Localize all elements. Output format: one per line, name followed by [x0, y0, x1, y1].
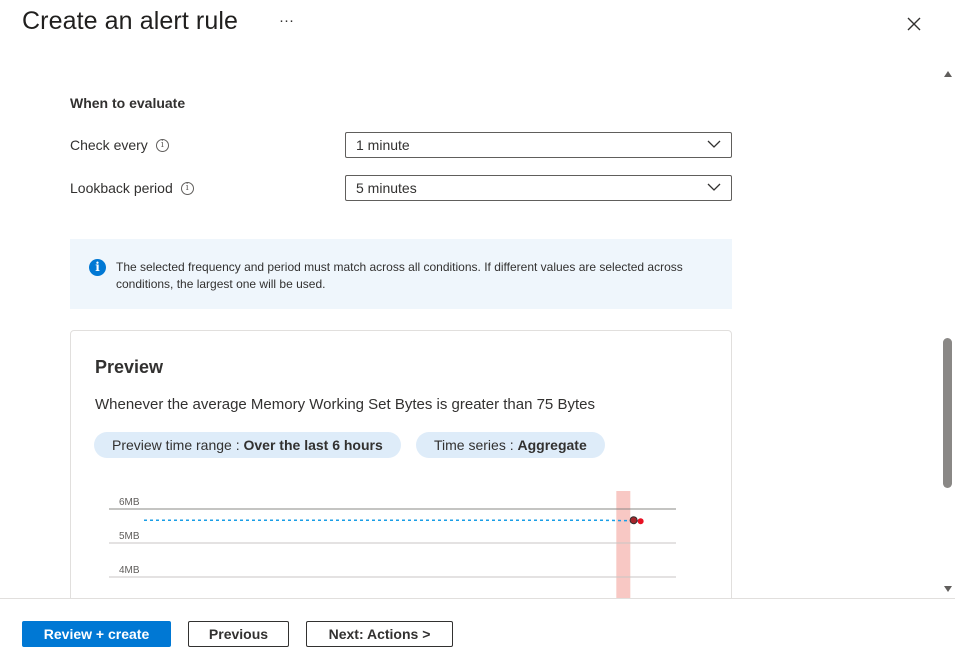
section-title-when-to-evaluate: When to evaluate — [70, 95, 186, 111]
preview-time-range-pill[interactable]: Preview time range : Over the last 6 hou… — [94, 432, 401, 458]
time-series-value: Aggregate — [517, 437, 587, 453]
highlight-band — [616, 491, 631, 598]
review-create-button[interactable]: Review + create — [22, 621, 171, 647]
preview-title: Preview — [95, 357, 164, 377]
info-icon[interactable]: i — [155, 138, 169, 152]
more-options-icon[interactable]: ··· — [279, 12, 294, 29]
check-every-label-text: Check every — [70, 137, 148, 153]
check-every-label: Check every i — [70, 137, 169, 153]
close-icon[interactable] — [905, 15, 923, 33]
chevron-down-icon — [707, 140, 721, 148]
info-filled-icon: i — [89, 259, 106, 276]
lookback-period-label: Lookback period i — [70, 180, 194, 196]
time-series-label: Time series : — [434, 437, 518, 453]
preview-chart: 6MB 5MB 4MB — [109, 491, 676, 598]
time-range-value: Over the last 6 hours — [243, 437, 383, 453]
time-range-label: Preview time range : — [112, 437, 244, 453]
lookback-period-value: 5 minutes — [356, 180, 417, 196]
preview-description: Whenever the average Memory Working Set … — [95, 396, 595, 413]
y-tick-label: 6MB — [119, 497, 140, 508]
footer-bar: Review + create Previous Next: Actions > — [0, 598, 955, 670]
lookback-period-label-text: Lookback period — [70, 180, 173, 196]
check-every-dropdown[interactable]: 1 minute — [345, 132, 732, 158]
data-point-marker — [629, 516, 638, 525]
info-icon[interactable]: i — [180, 181, 194, 195]
scroll-up-arrow-icon[interactable] — [944, 71, 952, 77]
vertical-scrollbar[interactable] — [940, 56, 955, 598]
time-series-pill[interactable]: Time series : Aggregate — [416, 432, 605, 458]
page-title: Create an alert rule — [22, 7, 239, 35]
y-tick-label: 4MB — [119, 565, 140, 576]
info-banner: i The selected frequency and period must… — [70, 239, 732, 309]
previous-button[interactable]: Previous — [188, 621, 289, 647]
blade-header: Create an alert rule ··· — [0, 0, 955, 56]
check-every-value: 1 minute — [356, 137, 410, 153]
chevron-down-icon — [707, 183, 721, 191]
lookback-period-dropdown[interactable]: 5 minutes — [345, 175, 732, 201]
y-tick-label: 5MB — [119, 531, 140, 542]
content-area: When to evaluate Check every i 1 minute … — [0, 56, 940, 598]
preview-card: Preview Whenever the average Memory Work… — [70, 330, 732, 598]
scroll-down-arrow-icon[interactable] — [944, 586, 952, 592]
series-line — [144, 519, 644, 522]
info-banner-text: The selected frequency and period must m… — [116, 260, 683, 291]
alert-point-marker — [637, 518, 644, 525]
scrollbar-thumb[interactable] — [943, 338, 952, 488]
next-actions-button[interactable]: Next: Actions > — [306, 621, 453, 647]
